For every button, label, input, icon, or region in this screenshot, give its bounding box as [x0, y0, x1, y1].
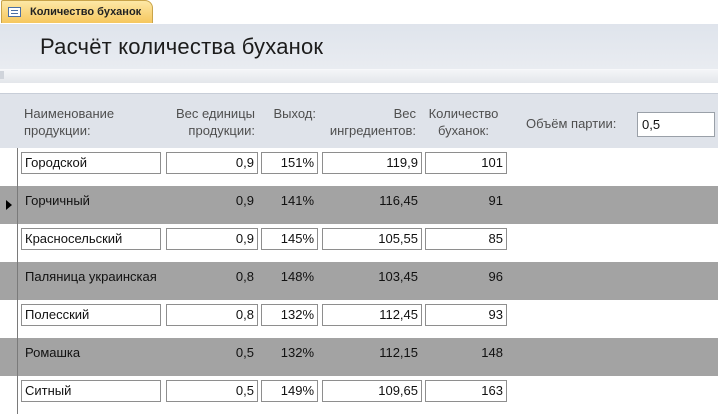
- record-selector[interactable]: [0, 300, 18, 338]
- table-row[interactable]: Красносельский 0,9 145% 105,55 85: [0, 224, 718, 262]
- record-selector[interactable]: [0, 148, 18, 186]
- loaf-count-field[interactable]: 85: [425, 228, 507, 250]
- product-name-field[interactable]: Красносельский: [21, 228, 161, 250]
- yield-field[interactable]: 149%: [261, 380, 318, 402]
- unit-weight-field[interactable]: 0,8: [166, 266, 258, 288]
- ingredients-weight-field[interactable]: 109,65: [322, 380, 422, 402]
- batch-size-input[interactable]: [637, 112, 715, 137]
- tab-form[interactable]: Количество буханок: [1, 0, 153, 23]
- header-divider: [0, 83, 718, 94]
- batch-size-label: Объём партии:: [526, 116, 617, 131]
- table-row[interactable]: Горчичный 0,9 141% 116,45 91: [0, 186, 718, 224]
- column-header-name: Наименование продукции:: [24, 106, 115, 138]
- unit-weight-field[interactable]: 0,9: [166, 228, 258, 250]
- records-list: Городской 0,9 151% 119,9 101 Горчичный 0,9 141%…: [0, 148, 718, 414]
- ingredients-weight-field[interactable]: 116,45: [322, 190, 422, 212]
- column-header-yield: Выход:: [273, 106, 316, 121]
- yield-field[interactable]: 145%: [261, 228, 318, 250]
- record-selector[interactable]: [0, 224, 18, 262]
- tab-strip: Количество буханок: [0, 0, 718, 24]
- unit-weight-field[interactable]: 0,9: [166, 190, 258, 212]
- table-row[interactable]: Паляница украинская 0,8 148% 103,45 96: [0, 262, 718, 300]
- yield-field[interactable]: 148%: [261, 266, 318, 288]
- page-title: Расчёт количества буханок: [40, 34, 324, 59]
- yield-field[interactable]: 141%: [261, 190, 318, 212]
- loaf-count-field[interactable]: 101: [425, 152, 507, 174]
- column-header-count: Количество буханок:: [428, 106, 499, 138]
- product-name-field[interactable]: Горчичный: [21, 190, 161, 212]
- table-row[interactable]: Ситный 0,5 149% 109,65 163: [0, 376, 718, 414]
- current-record-arrow-icon: [6, 200, 12, 210]
- tab-label: Количество буханок: [30, 6, 142, 18]
- record-selector[interactable]: [0, 376, 18, 414]
- unit-weight-field[interactable]: 0,5: [166, 380, 258, 402]
- record-selector[interactable]: [0, 338, 18, 376]
- column-header-weight: Вес единицы продукции:: [175, 106, 255, 138]
- product-name-field[interactable]: Ромашка: [21, 342, 161, 364]
- yield-field[interactable]: 132%: [261, 342, 318, 364]
- product-name-field[interactable]: Полесский: [21, 304, 161, 326]
- header-separator: [0, 69, 718, 84]
- form-icon: [8, 7, 21, 17]
- loaf-count-field[interactable]: 93: [425, 304, 507, 326]
- loaf-count-field[interactable]: 91: [425, 190, 507, 212]
- unit-weight-field[interactable]: 0,5: [166, 342, 258, 364]
- record-selector[interactable]: [0, 262, 18, 300]
- yield-field[interactable]: 132%: [261, 304, 318, 326]
- ingredients-weight-field[interactable]: 105,55: [322, 228, 422, 250]
- unit-weight-field[interactable]: 0,9: [166, 152, 258, 174]
- product-name-field[interactable]: Паляница украинская: [21, 266, 161, 288]
- column-header-ingredients: Вес ингредиентов:: [329, 106, 416, 138]
- ingredients-weight-field[interactable]: 119,9: [322, 152, 422, 174]
- table-row[interactable]: Ромашка 0,5 132% 112,15 148: [0, 338, 718, 376]
- product-name-field[interactable]: Ситный: [21, 380, 161, 402]
- table-row[interactable]: Городской 0,9 151% 119,9 101: [0, 148, 718, 186]
- ingredients-weight-field[interactable]: 112,45: [322, 304, 422, 326]
- table-row[interactable]: Полесский 0,8 132% 112,45 93: [0, 300, 718, 338]
- record-selector[interactable]: [0, 186, 18, 224]
- loaf-count-field[interactable]: 148: [425, 342, 507, 364]
- ingredients-weight-field[interactable]: 112,15: [322, 342, 422, 364]
- column-header-band: Наименование продукции: Вес единицы прод…: [0, 94, 718, 148]
- product-name-field[interactable]: Городской: [21, 152, 161, 174]
- loaf-count-field[interactable]: 163: [425, 380, 507, 402]
- ingredients-weight-field[interactable]: 103,45: [322, 266, 422, 288]
- loaf-count-field[interactable]: 96: [425, 266, 507, 288]
- form-header: Расчёт количества буханок: [0, 24, 718, 69]
- yield-field[interactable]: 151%: [261, 152, 318, 174]
- unit-weight-field[interactable]: 0,8: [166, 304, 258, 326]
- section-marker: [0, 71, 4, 79]
